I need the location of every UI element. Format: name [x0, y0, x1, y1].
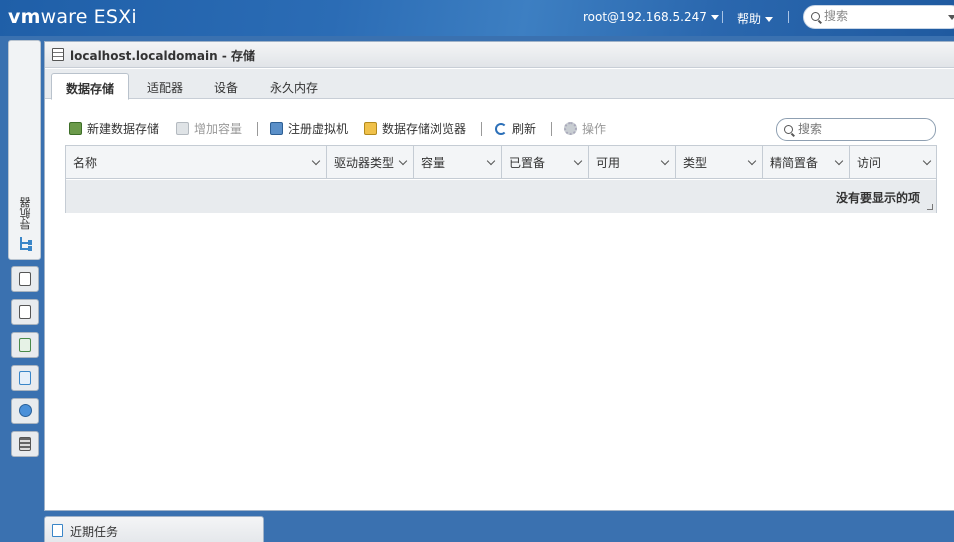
- toolbar: 新建数据存储 增加容量 注册虚拟机 数据存储浏览器 刷新 操作: [69, 118, 669, 138]
- storage-button[interactable]: [11, 431, 39, 457]
- global-search[interactable]: [803, 5, 954, 29]
- datastore-browser-icon: [364, 122, 377, 135]
- column-header-name[interactable]: 名称: [66, 146, 327, 179]
- chevron-down-icon[interactable]: [922, 156, 932, 166]
- chevron-down-icon[interactable]: [311, 156, 321, 166]
- resize-handle-icon[interactable]: [927, 204, 933, 210]
- tab-adapters[interactable]: 适配器: [133, 73, 197, 99]
- divider: [481, 122, 482, 136]
- recent-tasks-panel[interactable]: 近期任务: [44, 516, 264, 542]
- chevron-down-icon: [765, 17, 774, 22]
- table-header: 名称 驱动器类型 容量 已置备 可用 类型 精简置备 访问: [66, 146, 936, 179]
- user-menu[interactable]: root@192.168.5.247: [583, 10, 719, 24]
- chevron-down-icon[interactable]: [660, 156, 670, 166]
- register-vm-button[interactable]: 注册虚拟机: [270, 120, 348, 137]
- tab-persistent-memory[interactable]: 永久内存: [256, 73, 332, 99]
- help-label: 帮助: [737, 12, 762, 26]
- chevron-down-icon[interactable]: [486, 156, 496, 166]
- tree-icon: [19, 237, 33, 251]
- monitor-button[interactable]: [11, 332, 39, 358]
- tab-bar: 数据存储 适配器 设备 永久内存: [45, 69, 954, 100]
- table-body: 没有要显示的项: [66, 180, 936, 213]
- refresh-icon: [495, 123, 507, 135]
- empty-message: 没有要显示的项: [835, 191, 920, 205]
- new-datastore-button[interactable]: 新建数据存储: [69, 120, 159, 137]
- chevron-down-icon[interactable]: [398, 156, 408, 166]
- recent-tasks-label: 近期任务: [70, 525, 119, 539]
- new-datastore-icon: [69, 122, 82, 135]
- column-header-access[interactable]: 访问: [850, 146, 937, 179]
- chevron-down-icon: [710, 15, 719, 20]
- column-header-thin-provisioning[interactable]: 精简置备: [763, 146, 850, 179]
- datastore-search-input[interactable]: [798, 122, 928, 136]
- user-label: root@192.168.5.247: [583, 10, 707, 24]
- column-header-type[interactable]: 类型: [676, 146, 763, 179]
- datastore-search[interactable]: [776, 118, 936, 141]
- top-header: vmware ESXi root@192.168.5.247 帮助: [0, 0, 954, 36]
- tab-datastores[interactable]: 数据存储: [51, 73, 130, 100]
- increase-capacity-button[interactable]: 增加容量: [176, 120, 242, 137]
- navigator-label: 导航器: [19, 197, 32, 230]
- host-settings-icon: [19, 305, 31, 319]
- datastore-browser-button[interactable]: 数据存储浏览器: [364, 120, 466, 137]
- manage-button[interactable]: [11, 299, 39, 325]
- window-title: localhost.localdomain - 存储: [70, 49, 256, 63]
- navigator-panel[interactable]: 导航器: [8, 40, 41, 260]
- refresh-button[interactable]: 刷新: [495, 120, 536, 137]
- search-icon: [784, 125, 793, 134]
- register-vm-icon: [270, 122, 283, 135]
- chevron-down-icon[interactable]: [948, 15, 954, 20]
- tasks-icon: [52, 524, 63, 537]
- chevron-down-icon[interactable]: [747, 156, 757, 166]
- help-menu[interactable]: 帮助: [737, 10, 774, 27]
- window-titlebar: localhost.localdomain - 存储: [45, 42, 954, 68]
- host-monitor-icon: [19, 338, 31, 352]
- divider: [257, 122, 258, 136]
- storage-window: localhost.localdomain - 存储 数据存储 适配器 设备 永…: [44, 41, 954, 511]
- chevron-down-icon[interactable]: [834, 156, 844, 166]
- storage-icon: [19, 437, 31, 451]
- divider: [551, 122, 552, 136]
- column-header-provisioned[interactable]: 已置备: [502, 146, 589, 179]
- networking-button[interactable]: [11, 398, 39, 424]
- increase-capacity-icon: [176, 122, 189, 135]
- actions-button[interactable]: 操作: [564, 120, 606, 137]
- tab-devices[interactable]: 设备: [200, 73, 252, 99]
- vmware-esxi-logo: vmware ESXi: [8, 6, 137, 28]
- chevron-down-icon[interactable]: [573, 156, 583, 166]
- column-header-capacity[interactable]: 容量: [414, 146, 502, 179]
- host-button[interactable]: [11, 266, 39, 292]
- gear-icon: [564, 122, 577, 135]
- globe-icon: [19, 404, 32, 417]
- virtual-machines-icon: [19, 371, 31, 385]
- search-icon: [811, 12, 820, 21]
- datastore-table: 名称 驱动器类型 容量 已置备 可用 类型 精简置备 访问 没有要显示的项: [65, 145, 937, 213]
- global-search-input[interactable]: [824, 9, 944, 23]
- divider: [788, 11, 789, 23]
- column-header-drive-type[interactable]: 驱动器类型: [327, 146, 414, 179]
- column-header-free[interactable]: 可用: [589, 146, 676, 179]
- storage-icon: [52, 48, 64, 61]
- host-icon: [19, 272, 31, 286]
- virtual-machines-button[interactable]: [11, 365, 39, 391]
- divider: [722, 11, 723, 23]
